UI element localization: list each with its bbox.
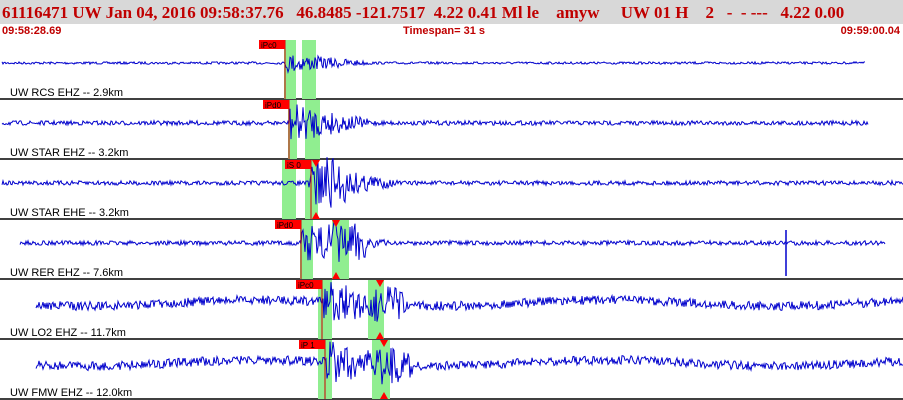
trace-panel[interactable]: iS 0 [0, 157, 903, 220]
waveform-trace [35, 341, 903, 385]
waveform-trace [1, 157, 903, 208]
pick-window [302, 40, 316, 99]
station-label: UW STAR EHZ -- 3.2km [10, 147, 129, 159]
pick-flag-label: iP 1 [301, 341, 315, 350]
waveform-trace [19, 220, 886, 262]
trace-panel[interactable]: iPd0 [0, 100, 903, 160]
waveform-trace [1, 54, 866, 74]
pick-flag-label: iPd0 [265, 101, 282, 110]
pick-flag-label: iS 0 [287, 161, 301, 170]
pick-flag-label: iPc0 [261, 41, 277, 50]
station-label: UW STAR EHE -- 3.2km [10, 207, 129, 219]
station-label: UW RCS EHZ -- 2.9km [10, 87, 124, 99]
waveform-trace [1, 104, 869, 140]
station-label: UW RER EHZ -- 7.6km [10, 267, 124, 279]
trace-panel[interactable]: iPc0 [0, 280, 903, 340]
seismogram-panel[interactable]: iPc0 iPd0 iS 0 iPd0 iPc0 iP 1 [0, 0, 903, 400]
station-label: UW LO2 EHZ -- 11.7km [10, 327, 126, 339]
trace-panel[interactable]: iPd0 [0, 220, 903, 280]
pick-flag-label: iPd0 [277, 221, 294, 230]
trace-panel[interactable]: iPc0 [0, 40, 903, 100]
waveform-trace [35, 282, 903, 322]
pick-flag-label: iPc0 [298, 281, 314, 290]
trace-panel[interactable]: iP 1 [0, 340, 903, 400]
station-label: UW FMW EHZ -- 12.0km [10, 387, 133, 399]
